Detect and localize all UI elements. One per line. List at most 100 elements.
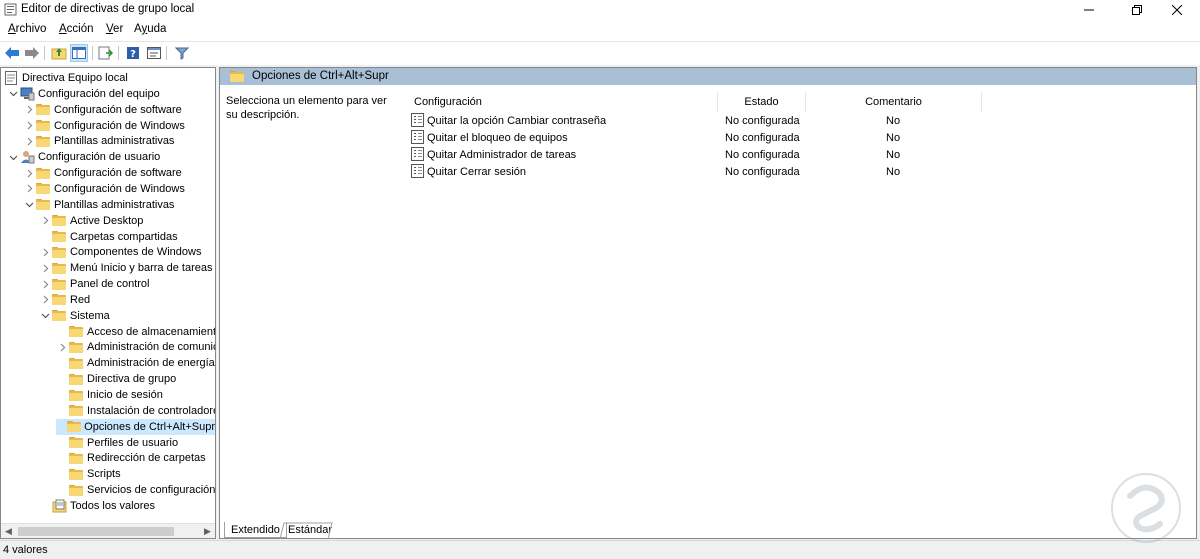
chevron-right-icon[interactable]: [39, 244, 51, 260]
setting-state: No configurada: [725, 132, 800, 144]
tree-item[interactable]: Todos los valores: [39, 498, 155, 514]
tree-item[interactable]: Opciones de Ctrl+Alt+Supr: [56, 418, 215, 435]
chevron-down-icon[interactable]: [7, 86, 19, 102]
folder-icon: [35, 198, 51, 212]
column-header-configuracion[interactable]: Configuración: [406, 92, 718, 112]
tree-item[interactable]: Configuración de usuario: [7, 149, 160, 165]
chevron-right-icon[interactable]: [39, 213, 51, 229]
tree-item[interactable]: Scripts: [56, 466, 121, 482]
tree-item[interactable]: Red: [39, 292, 90, 308]
status-text: 4 valores: [3, 544, 48, 556]
chevron-right-icon[interactable]: [23, 181, 35, 197]
settings-row[interactable]: Quitar Cerrar sesión No configurada No: [406, 164, 986, 181]
folder-icon: [51, 309, 67, 323]
tree-item[interactable]: Instalación de controladores: [56, 403, 215, 419]
chevron-down-icon[interactable]: [23, 197, 35, 213]
scroll-right-icon[interactable]: ▶: [200, 524, 215, 538]
tree-item[interactable]: Active Desktop: [39, 213, 143, 229]
tree-item-label: Perfiles de usuario: [87, 436, 179, 449]
tree-view: Directiva Equipo local Configuración del …: [1, 68, 215, 521]
tree-item[interactable]: Plantillas administrativas: [23, 197, 174, 213]
tree-item-label: Acceso de almacenamiento: [87, 325, 215, 338]
tree-item[interactable]: Sistema: [39, 308, 110, 324]
tree-item[interactable]: Servicios de configuración: [56, 482, 215, 498]
tree-item[interactable]: Componentes de Windows: [39, 244, 201, 260]
close-button[interactable]: [1155, 0, 1199, 20]
description-text: Selecciona un elemento para ver su descr…: [226, 95, 387, 121]
export-list-icon[interactable]: [97, 44, 115, 62]
tree-item[interactable]: Redirección de carpetas: [56, 450, 206, 466]
folder-icon: [68, 372, 84, 386]
setting-state: No configurada: [725, 149, 800, 161]
toolbar-separator: [118, 46, 119, 60]
tree-item-label: Configuración de software: [54, 103, 182, 116]
tree-item[interactable]: Configuración de software: [23, 165, 182, 181]
chevron-right-icon[interactable]: [56, 339, 68, 355]
up-folder-icon[interactable]: [50, 44, 68, 62]
tree-item[interactable]: Menú Inicio y barra de tareas: [39, 260, 212, 276]
chevron-right-icon[interactable]: [39, 276, 51, 292]
tree-item[interactable]: Configuración del equipo: [7, 86, 160, 102]
tree-item[interactable]: Administración de energía: [56, 355, 215, 371]
minimize-button[interactable]: [1067, 0, 1111, 20]
folder-icon: [68, 436, 84, 450]
setting-comment: No: [886, 115, 901, 127]
tree-item[interactable]: Inicio de sesión: [56, 387, 163, 403]
folder-icon: [51, 214, 67, 228]
tree-item[interactable]: Directiva de grupo: [56, 371, 176, 387]
scrollbar-thumb[interactable]: [18, 527, 174, 536]
chevron-right-icon[interactable]: [23, 102, 35, 118]
settings-row[interactable]: Quitar el bloqueo de equipos No configura…: [406, 130, 986, 147]
column-header-estado[interactable]: Estado: [718, 92, 806, 112]
menu-accion[interactable]: Acción: [59, 23, 94, 35]
menu-ayuda[interactable]: Ayuda: [134, 23, 166, 35]
settings-row[interactable]: Quitar la opción Cambiar contraseña No co…: [406, 113, 986, 130]
chevron-right-icon[interactable]: [39, 292, 51, 308]
restore-button[interactable]: [1115, 0, 1159, 20]
tree-item-label: Inicio de sesión: [87, 389, 163, 401]
properties-icon[interactable]: [145, 44, 163, 62]
menu-archivo[interactable]: Archivo: [8, 23, 46, 35]
scroll-left-icon[interactable]: ◀: [1, 524, 16, 538]
app-icon: [4, 3, 17, 16]
tab-extendido[interactable]: Extendido: [224, 522, 287, 538]
tree-item[interactable]: Carpetas compartidas: [39, 229, 178, 245]
folder-icon: [68, 325, 84, 339]
chevron-right-icon[interactable]: [23, 118, 35, 134]
chevron-down-icon[interactable]: [39, 308, 51, 324]
chevron-down-icon[interactable]: [7, 149, 19, 165]
setting-comment: No: [886, 149, 901, 161]
tree-item-label: Opciones de Ctrl+Alt+Supr: [84, 418, 215, 435]
window-title: Editor de directivas de grupo local: [21, 3, 195, 15]
column-header-comentario[interactable]: Comentario: [806, 92, 982, 112]
menu-ver[interactable]: Ver: [106, 23, 123, 35]
view-tabs: Extendido Estándar: [222, 522, 622, 539]
horizontal-scrollbar[interactable]: ◀ ▶: [1, 523, 215, 538]
settings-row[interactable]: Quitar Administrador de tareas No configu…: [406, 147, 986, 164]
folder-icon: [51, 277, 67, 291]
tree-item[interactable]: Panel de control: [39, 276, 150, 292]
folder-icon: [68, 467, 84, 481]
forward-arrow-icon[interactable]: [23, 44, 41, 62]
chevron-right-icon[interactable]: [23, 133, 35, 149]
tree-item[interactable]: Configuración de Windows: [23, 181, 185, 197]
tree-item[interactable]: Acceso de almacenamiento: [56, 324, 215, 340]
tree-item[interactable]: Configuración de software: [23, 102, 182, 118]
tree-item[interactable]: Perfiles de usuario: [56, 435, 178, 451]
tree-item-label: Configuración de usuario: [38, 151, 161, 164]
setting-name: Quitar la opción Cambiar contraseña: [427, 115, 607, 127]
tree-item[interactable]: Directiva Equipo local: [3, 70, 128, 86]
tree-item[interactable]: Configuración de Windows: [23, 118, 185, 134]
tree-item[interactable]: Administración de comunicaciones: [56, 339, 215, 355]
filter-icon[interactable]: [173, 44, 191, 62]
chevron-right-icon[interactable]: [23, 165, 35, 181]
help-icon[interactable]: ?: [124, 44, 142, 62]
chevron-right-icon[interactable]: [39, 260, 51, 276]
back-arrow-icon[interactable]: [3, 44, 21, 62]
tree-item[interactable]: Plantillas administrativas: [23, 133, 174, 149]
show-hide-tree-icon[interactable]: [70, 44, 88, 62]
